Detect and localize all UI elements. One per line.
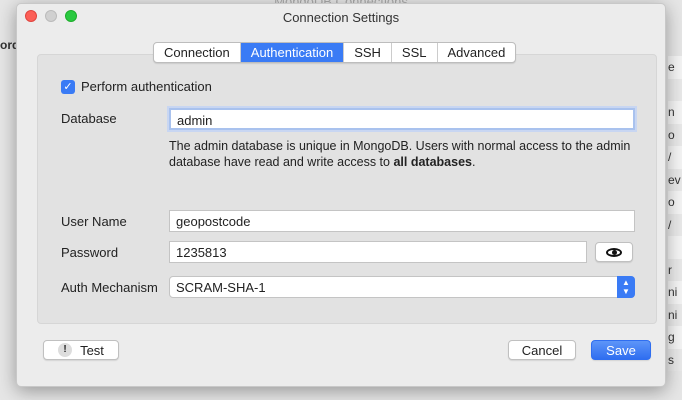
username-input[interactable]: geopostcode bbox=[169, 210, 635, 232]
bg-row: s bbox=[668, 348, 682, 371]
connection-settings-dialog: Connection Settings Connection Authentic… bbox=[16, 3, 666, 387]
title-bar: Connection Settings bbox=[17, 4, 665, 30]
chevron-updown-icon: ▲ ▼ bbox=[617, 276, 635, 298]
bg-row: ev bbox=[668, 168, 682, 191]
database-label: Database bbox=[61, 111, 117, 126]
cancel-button[interactable]: Cancel bbox=[508, 340, 576, 360]
username-label: User Name bbox=[61, 214, 127, 229]
auth-mechanism-label: Auth Mechanism bbox=[61, 280, 158, 295]
bg-row bbox=[668, 78, 682, 101]
tab-ssh[interactable]: SSH bbox=[344, 43, 392, 62]
bg-row: o bbox=[668, 195, 675, 209]
perform-authentication-row[interactable]: ✓ Perform authentication bbox=[61, 79, 212, 94]
tab-bar: Connection Authentication SSH SSL Advanc… bbox=[153, 42, 517, 63]
bg-row: n bbox=[668, 105, 675, 119]
bg-row: e bbox=[668, 60, 675, 74]
password-input[interactable]: 1235813 bbox=[169, 241, 587, 263]
bg-row: / bbox=[668, 213, 682, 236]
bg-row: / bbox=[668, 150, 672, 164]
tab-advanced[interactable]: Advanced bbox=[438, 43, 516, 62]
save-button[interactable]: Save bbox=[591, 340, 651, 360]
help-end: . bbox=[471, 155, 476, 169]
tab-ssl[interactable]: SSL bbox=[392, 43, 438, 62]
auth-mechanism-select[interactable]: SCRAM-SHA-1 ▲ ▼ bbox=[169, 276, 635, 298]
window-title: Connection Settings bbox=[282, 9, 400, 25]
bg-row bbox=[668, 236, 682, 259]
bg-row: o bbox=[668, 123, 682, 146]
test-button[interactable]: ! Test bbox=[43, 340, 119, 360]
bg-row: g bbox=[668, 330, 675, 344]
bg-row: ni bbox=[668, 285, 678, 299]
minimize-button[interactable] bbox=[45, 10, 57, 22]
perform-authentication-label: Perform authentication bbox=[81, 79, 212, 94]
close-button[interactable] bbox=[25, 10, 37, 22]
perform-authentication-checkbox[interactable]: ✓ bbox=[61, 79, 75, 94]
test-label: Test bbox=[80, 342, 104, 358]
tab-connection[interactable]: Connection bbox=[154, 43, 241, 62]
bg-row: r bbox=[668, 258, 682, 281]
tab-authentication[interactable]: Authentication bbox=[240, 43, 345, 62]
database-help-text: The admin database is unique in MongoDB.… bbox=[169, 138, 639, 170]
eye-icon bbox=[606, 247, 622, 257]
help-bold: all databases bbox=[393, 155, 472, 169]
warning-icon: ! bbox=[58, 343, 73, 357]
background-list: e n o / ev o / r ni ni g s bbox=[668, 56, 682, 371]
database-input[interactable]: admin bbox=[169, 108, 635, 130]
bg-row: ni bbox=[668, 303, 682, 326]
show-password-button[interactable] bbox=[595, 242, 633, 262]
zoom-button[interactable] bbox=[65, 10, 77, 22]
password-label: Password bbox=[61, 245, 119, 260]
auth-mechanism-value: SCRAM-SHA-1 bbox=[176, 280, 266, 295]
